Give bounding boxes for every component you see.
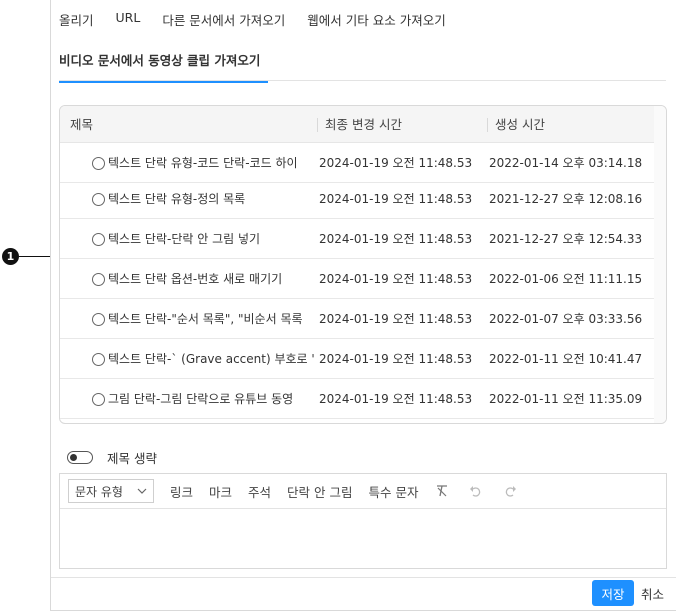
table-header: 제목 최종 변경 시간 생성 시간 (60, 106, 656, 143)
header-modified[interactable]: 최종 변경 시간 (325, 106, 402, 143)
tab-other-document[interactable]: 다른 문서에서 가져오기 (162, 10, 285, 29)
header-separator (487, 118, 488, 132)
row-title: 텍스트 단락-단락 안 그림 넣기 (108, 232, 261, 246)
special-char-button[interactable]: 특수 문자 (369, 482, 419, 501)
row-radio[interactable] (92, 272, 105, 286)
header-separator (317, 118, 318, 132)
link-button[interactable]: 링크 (170, 482, 193, 501)
omit-title-toggle-row: 제목 생략 (67, 448, 157, 467)
import-dialog: 올리기 URL 다른 문서에서 가져오기 웹에서 기타 요소 가져오기 비디오 … (50, 0, 676, 611)
row-modified: 2024-01-19 오전 11:48.53 (319, 272, 473, 286)
row-created: 2021-12-27 오후 12:08.16 (489, 192, 643, 206)
row-title: 텍스트 단락 유형-코드 단락-코드 하이 (108, 156, 298, 170)
clear-format-icon[interactable] (434, 483, 450, 499)
row-created: 2022-01-07 오후 03:33.56 (489, 312, 643, 326)
tab-url[interactable]: URL (116, 10, 141, 29)
row-title: 텍스트 단락 옵션-번호 새로 매기기 (108, 272, 283, 286)
row-created: 2022-01-11 오전 10:41.47 (489, 352, 643, 366)
row-radio[interactable] (92, 352, 105, 366)
toggle-knob (70, 454, 77, 461)
row-title: 텍스트 단락 유형-정의 목록 (108, 192, 246, 206)
row-modified: 2024-01-19 오전 11:48.53 (319, 312, 473, 326)
table-row[interactable]: 텍스트 단락-"순서 목록", "비순서 목록 2024-01-19 오전 11… (60, 299, 656, 339)
table-scrollbar[interactable] (654, 106, 666, 423)
table-body: 텍스트 단락 유형-코드 단락-코드 하이 2024-01-19 오전 11:4… (60, 143, 656, 419)
row-modified: 2024-01-19 오전 11:48.53 (319, 232, 473, 246)
cancel-button[interactable]: 취소 (641, 584, 664, 603)
table-row[interactable]: 텍스트 단락-` (Grave accent) 부호로 ' 2024-01-19… (60, 339, 656, 379)
caption-editor: 문자 유형 링크 마크 주석 단락 안 그림 특수 문자 (59, 473, 667, 569)
row-modified: 2024-01-19 오전 11:48.53 (319, 192, 473, 206)
subtab-divider (59, 80, 666, 81)
row-radio[interactable] (92, 392, 105, 406)
row-radio[interactable] (92, 232, 105, 246)
table-row[interactable]: 그림 단락-그림 단락으로 유튜브 동영 2024-01-19 오전 11:48… (60, 379, 656, 419)
header-created[interactable]: 생성 시간 (495, 106, 545, 143)
table-row[interactable]: 텍스트 단락 유형-정의 목록 2024-01-19 오전 11:48.53 2… (60, 179, 656, 219)
editor-toolbar: 문자 유형 링크 마크 주석 단락 안 그림 특수 문자 (60, 474, 666, 509)
omit-title-toggle[interactable] (67, 451, 93, 464)
row-modified: 2024-01-19 오전 11:48.53 (319, 156, 473, 170)
save-button[interactable]: 저장 (592, 580, 634, 606)
row-created: 2021-12-27 오후 12:54.33 (489, 232, 643, 246)
table-row[interactable]: 텍스트 단락 옵션-번호 새로 매기기 2024-01-19 오전 11:48.… (60, 259, 656, 299)
dialog-footer: 저장 취소 (51, 577, 676, 611)
header-title[interactable]: 제목 (70, 106, 93, 143)
subtab-video-clip[interactable]: 비디오 문서에서 동영상 클립 가져오기 (59, 50, 268, 83)
annotation-button[interactable]: 주석 (248, 482, 271, 501)
redo-icon[interactable] (502, 483, 518, 499)
mark-button[interactable]: 마크 (209, 482, 232, 501)
text-style-value: 문자 유형 (75, 484, 123, 499)
row-modified: 2024-01-19 오전 11:48.53 (319, 392, 473, 406)
row-created: 2022-01-06 오전 11:11.15 (489, 272, 643, 286)
tab-upload[interactable]: 올리기 (59, 10, 94, 29)
row-created: 2022-01-11 오전 11:35.09 (489, 392, 643, 406)
row-created: 2022-01-14 오후 03:14.18 (489, 156, 643, 170)
row-radio[interactable] (92, 312, 105, 326)
document-table: 제목 최종 변경 시간 생성 시간 텍스트 단락 유형-코드 단락-코드 하이 … (59, 105, 667, 424)
row-radio[interactable] (92, 156, 105, 170)
omit-title-label: 제목 생략 (107, 451, 157, 466)
row-title: 텍스트 단락-` (Grave accent) 부호로 ' (108, 352, 315, 366)
callout-badge: 1 (2, 248, 19, 265)
row-radio[interactable] (92, 192, 105, 206)
text-style-select[interactable]: 문자 유형 (68, 479, 154, 503)
row-title: 텍스트 단락-"순서 목록", "비순서 목록 (108, 312, 303, 326)
chevron-down-icon (137, 488, 147, 494)
undo-icon[interactable] (468, 483, 484, 499)
tab-web-elements[interactable]: 웹에서 기타 요소 가져오기 (307, 10, 445, 29)
row-modified: 2024-01-19 오전 11:48.53 (319, 352, 473, 366)
inline-image-button[interactable]: 단락 안 그림 (287, 482, 352, 501)
table-row[interactable]: 텍스트 단락 유형-코드 단락-코드 하이 2024-01-19 오전 11:4… (60, 143, 656, 183)
table-row[interactable]: 텍스트 단락-단락 안 그림 넣기 2024-01-19 오전 11:48.53… (60, 219, 656, 259)
row-title: 그림 단락-그림 단락으로 유튜브 동영 (108, 392, 294, 406)
top-tabs: 올리기 URL 다른 문서에서 가져오기 웹에서 기타 요소 가져오기 (59, 10, 468, 29)
